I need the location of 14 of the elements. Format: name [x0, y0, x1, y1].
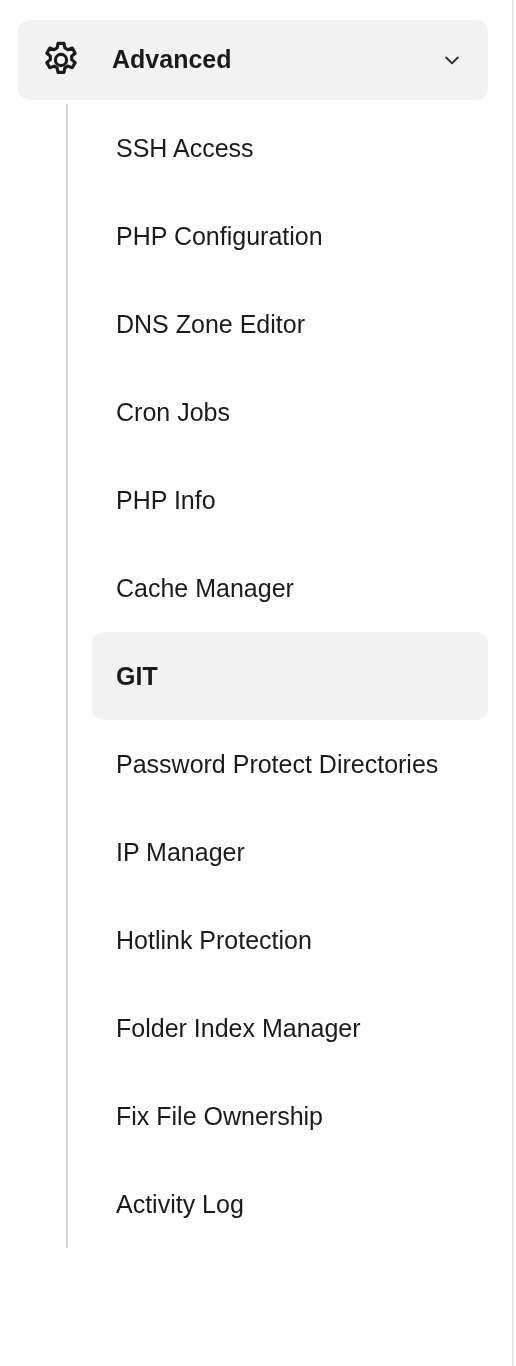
menu-item[interactable]: Hotlink Protection: [92, 896, 488, 984]
menu-item[interactable]: Cron Jobs: [92, 368, 488, 456]
menu-item[interactable]: Folder Index Manager: [92, 984, 488, 1072]
menu-item[interactable]: Activity Log: [92, 1160, 488, 1248]
menu-item[interactable]: IP Manager: [92, 808, 488, 896]
menu-item[interactable]: Cache Manager: [92, 544, 488, 632]
menu-item[interactable]: SSH Access: [92, 104, 488, 192]
menu-item[interactable]: Fix File Ownership: [92, 1072, 488, 1160]
menu-item[interactable]: DNS Zone Editor: [92, 280, 488, 368]
menu-item[interactable]: Password Protect Directories: [92, 720, 488, 808]
menu-item[interactable]: GIT: [92, 632, 488, 720]
menu-item[interactable]: PHP Configuration: [92, 192, 488, 280]
menu-item[interactable]: PHP Info: [92, 456, 488, 544]
section-header[interactable]: Advanced: [18, 20, 488, 100]
